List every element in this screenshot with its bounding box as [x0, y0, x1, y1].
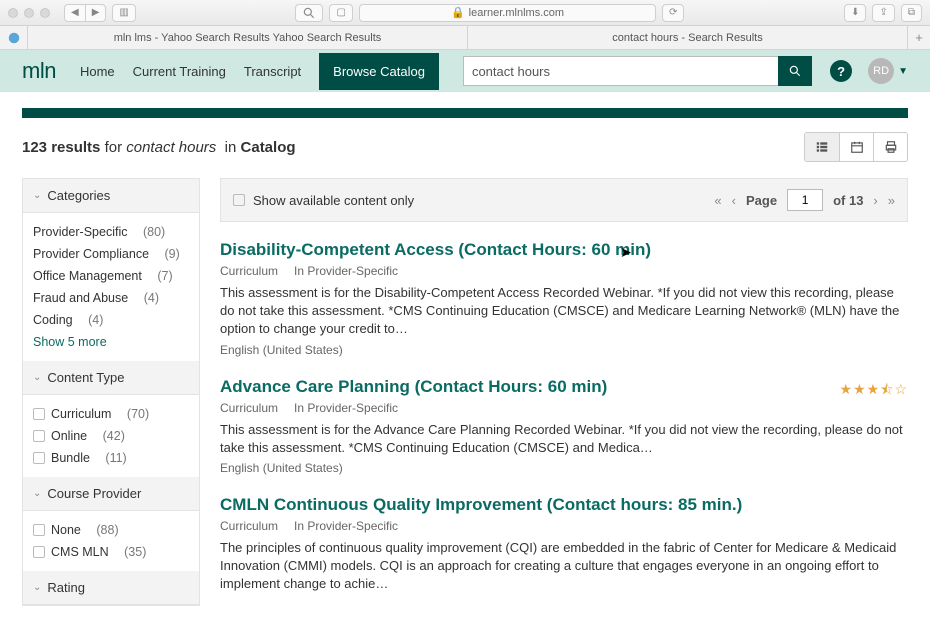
help-icon[interactable]: ? — [830, 60, 852, 82]
checkbox[interactable] — [33, 408, 45, 420]
filters-sidebar: ⌄ Categories Provider-Specific (80) Prov… — [22, 178, 200, 614]
view-mode-buttons — [804, 132, 908, 162]
show-more-categories[interactable]: Show 5 more — [23, 331, 199, 353]
search-result: Advance Care Planning (Contact Hours: 60… — [220, 377, 908, 475]
filter-item[interactable]: Bundle (11) — [23, 447, 199, 469]
url-text: learner.mlnlms.com — [469, 7, 564, 19]
result-title-link[interactable]: Disability-Competent Access (Contact Hou… — [220, 240, 651, 260]
result-scope: Catalog — [241, 139, 296, 156]
filter-item[interactable]: None (88) — [23, 519, 199, 541]
filter-item[interactable]: Curriculum (70) — [23, 403, 199, 425]
result-title-link[interactable]: CMLN Continuous Quality Improvement (Con… — [220, 495, 742, 515]
browser-tab-1[interactable]: mln lms - Yahoo Search Results Yahoo Sea… — [28, 26, 468, 49]
result-language: English (United States) — [220, 343, 908, 357]
last-page-button[interactable]: » — [888, 193, 895, 208]
checkbox[interactable] — [33, 524, 45, 536]
zoom-window-dot[interactable] — [40, 8, 50, 18]
result-description: This assessment is for the Advance Care … — [220, 421, 908, 457]
reload-button[interactable]: ⟳ — [662, 4, 684, 22]
forward-button[interactable]: ▶ — [86, 4, 107, 22]
filter-item[interactable]: Provider-Specific (80) — [23, 221, 199, 243]
filter-item[interactable]: Fraud and Abuse (4) — [23, 287, 199, 309]
chevron-down-icon: ⌄ — [33, 488, 41, 499]
result-description: The principles of continuous quality imp… — [220, 539, 908, 594]
list-view-button[interactable] — [805, 133, 839, 161]
logo: mln — [22, 58, 56, 84]
user-menu[interactable]: RD ▼ — [868, 58, 908, 84]
filter-content-type-header[interactable]: ⌄ Content Type — [23, 361, 199, 395]
address-bar[interactable]: 🔒 learner.mlnlms.com — [359, 4, 656, 22]
chevron-down-icon: ⌄ — [33, 372, 41, 383]
results-main: Show available content only « ‹ Page of … — [220, 178, 908, 614]
pagination: « ‹ Page of 13 › » — [714, 189, 895, 211]
downloads-button[interactable]: ⬇ — [844, 4, 866, 22]
available-only-label: Show available content only — [253, 193, 414, 208]
page-label: Page — [746, 193, 777, 208]
search-result: CMLN Continuous Quality Improvement (Con… — [220, 495, 908, 594]
nav-home[interactable]: Home — [80, 64, 115, 79]
nav-browse-catalog[interactable]: Browse Catalog — [319, 53, 439, 90]
app-header: mln Home Current Training Transcript Bro… — [0, 50, 930, 92]
avatar: RD — [868, 58, 894, 84]
result-description: This assessment is for the Disability-Co… — [220, 284, 908, 339]
new-tab-button[interactable]: ▢ — [329, 4, 352, 22]
nav-current-training[interactable]: Current Training — [133, 64, 226, 79]
checkbox[interactable] — [33, 430, 45, 442]
filter-categories-header[interactable]: ⌄ Categories — [23, 179, 199, 213]
share-button[interactable]: ⇪ — [872, 4, 894, 22]
filter-course-provider-header[interactable]: ⌄ Course Provider — [23, 477, 199, 511]
browser-toolbar: ◀ ▶ ▥ ▢ 🔒 learner.mlnlms.com ⟳ ⬇ ⇪ ⧉ — [0, 0, 930, 26]
filter-item[interactable]: Coding (4) — [23, 309, 199, 331]
browser-tabs: mln lms - Yahoo Search Results Yahoo Sea… — [0, 26, 930, 50]
chevron-down-icon: ⌄ — [33, 190, 41, 201]
rating-stars-icon: ★★★⯪☆ — [840, 379, 908, 403]
result-query: contact hours — [126, 139, 216, 156]
search-input[interactable] — [463, 56, 778, 86]
checkbox[interactable] — [33, 546, 45, 558]
caret-down-icon: ▼ — [898, 66, 908, 77]
back-button[interactable]: ◀ — [64, 4, 86, 22]
filter-item[interactable]: Office Management (7) — [23, 265, 199, 287]
prev-page-button[interactable]: ‹ — [732, 193, 736, 208]
available-only-checkbox[interactable] — [233, 194, 245, 206]
results-toolbar: Show available content only « ‹ Page of … — [220, 178, 908, 222]
page-total: of 13 — [833, 193, 863, 208]
catalog-search — [463, 56, 812, 86]
filter-item[interactable]: Provider Compliance (9) — [23, 243, 199, 265]
search-toggle-button[interactable] — [295, 4, 323, 22]
filter-rating-header[interactable]: ⌄ Rating — [23, 571, 199, 605]
filter-item[interactable]: Online (42) — [23, 425, 199, 447]
minimize-window-dot[interactable] — [24, 8, 34, 18]
filter-item[interactable]: CMS MLN (35) — [23, 541, 199, 563]
print-button[interactable] — [873, 133, 907, 161]
nav-transcript[interactable]: Transcript — [244, 64, 301, 79]
window-controls — [8, 8, 50, 18]
close-window-dot[interactable] — [8, 8, 18, 18]
result-language: English (United States) — [220, 461, 908, 475]
lock-icon: 🔒 — [451, 6, 465, 19]
results-header: 123 results for contact hours in Catalog — [22, 132, 908, 162]
checkbox[interactable] — [33, 452, 45, 464]
page-input[interactable] — [787, 189, 823, 211]
tabs-button[interactable]: ⧉ — [901, 4, 922, 22]
search-result: Disability-Competent Access (Contact Hou… — [220, 240, 908, 357]
calendar-view-button[interactable] — [839, 133, 873, 161]
sidebar-toggle-button[interactable]: ▥ — [112, 4, 135, 22]
add-tab-button[interactable]: + — [908, 26, 930, 49]
accent-bar — [22, 108, 908, 118]
next-page-button[interactable]: › — [873, 193, 877, 208]
search-button[interactable] — [778, 56, 812, 86]
pinned-tab-icon[interactable] — [0, 26, 28, 49]
browser-tab-2[interactable]: contact hours - Search Results — [468, 26, 908, 49]
result-count: 123 results — [22, 139, 100, 156]
chevron-down-icon: ⌄ — [33, 582, 41, 593]
first-page-button[interactable]: « — [714, 193, 721, 208]
result-title-link[interactable]: Advance Care Planning (Contact Hours: 60… — [220, 377, 607, 397]
